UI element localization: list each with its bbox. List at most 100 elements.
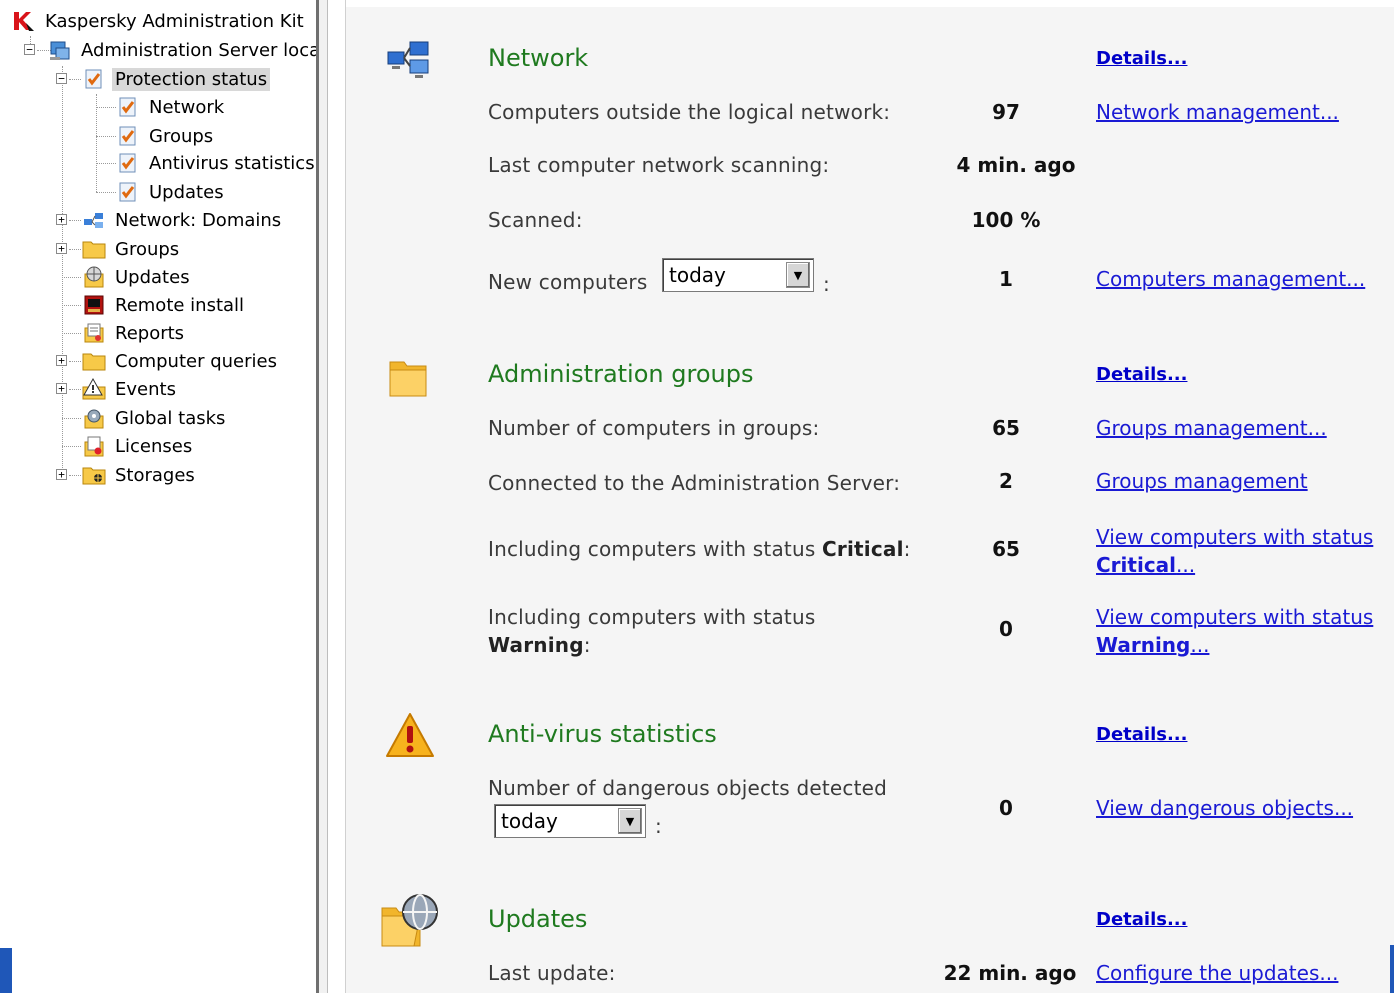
connected-label: Connected to the Administration Server: — [488, 471, 901, 495]
link-bold: Warning — [1096, 633, 1191, 657]
network-icon — [384, 34, 436, 86]
outside-network-value: 97 — [992, 100, 1020, 124]
label-suffix: : — [903, 537, 911, 561]
groups-management-link-2[interactable]: Groups management — [1096, 469, 1308, 493]
dangerous-objects-label: Number of dangerous objects detected — [488, 776, 888, 800]
view-dangerous-objects-link[interactable]: View dangerous objects... — [1096, 796, 1353, 820]
new-computers-period-select[interactable]: today ▼ — [662, 258, 814, 292]
tree-item-ps-groups[interactable]: Groups — [116, 123, 216, 149]
tree-label: Kaspersky Administration Kit — [45, 10, 304, 32]
colon-label: : — [655, 814, 662, 838]
licenses-icon — [82, 434, 106, 458]
link-text: View computers with status — [1096, 525, 1374, 549]
details-pane: Network Details... Computers outside the… — [345, 0, 1394, 993]
tree-label: Network — [149, 96, 225, 118]
tree-label: Network: Domains — [115, 209, 282, 231]
tree-item-computer-queries[interactable]: Computer queries — [82, 348, 280, 374]
tree-label: Groups — [115, 238, 180, 260]
tree-item-updates[interactable]: Updates — [82, 264, 193, 290]
collapse-icon[interactable]: − — [56, 73, 67, 84]
tree-label: Remote install — [115, 294, 245, 316]
select-value: today — [501, 809, 558, 833]
new-computers-label: New computers — [488, 270, 648, 294]
expand-icon[interactable]: + — [56, 383, 67, 394]
remote-install-icon — [82, 293, 106, 317]
scanned-value: 100 % — [971, 208, 1041, 232]
new-computers-value: 1 — [999, 267, 1013, 291]
tree-item-root[interactable]: Kaspersky Administration Kit — [12, 8, 307, 34]
connected-value: 2 — [999, 469, 1013, 493]
window-accent — [1390, 945, 1394, 993]
tree-item-events[interactable]: Events — [82, 376, 179, 402]
antivirus-details-link[interactable]: Details... — [1096, 724, 1187, 745]
storage-folder-icon — [82, 463, 106, 487]
updates-globe-icon — [380, 892, 438, 947]
outside-network-label: Computers outside the logical network: — [488, 100, 891, 124]
tree-label: Administration Server localh — [81, 39, 320, 61]
report-check-icon — [116, 95, 140, 119]
dangerous-objects-value: 0 — [999, 796, 1013, 820]
folder-icon — [386, 354, 438, 406]
tree-item-groups[interactable]: Groups — [82, 236, 182, 262]
tree-label: Updates — [115, 266, 190, 288]
label-bold: Warning — [488, 633, 584, 657]
computers-in-groups-label: Number of computers in groups: — [488, 416, 820, 440]
tree-label: Protection status — [112, 67, 271, 91]
collapse-icon[interactable]: − — [24, 44, 35, 55]
updates-details-link[interactable]: Details... — [1096, 909, 1187, 930]
computers-in-groups-value: 65 — [992, 416, 1020, 440]
tree-item-remote-install[interactable]: Remote install — [82, 292, 247, 318]
tree-item-protection-status[interactable]: Protection status — [82, 66, 271, 92]
expand-icon[interactable]: + — [56, 214, 67, 225]
pane-splitter[interactable] — [316, 0, 328, 993]
last-update-value: 22 min. ago — [943, 961, 1077, 985]
network-details-link[interactable]: Details... — [1096, 48, 1187, 69]
groups-details-link[interactable]: Details... — [1096, 364, 1187, 385]
tree-item-global-tasks[interactable]: Global tasks — [82, 405, 228, 431]
chevron-down-icon[interactable]: ▼ — [618, 808, 642, 834]
section-title-network: Network — [488, 44, 589, 72]
section-title-admin-groups: Administration groups — [488, 360, 754, 388]
report-check-icon — [116, 151, 140, 175]
label-text: Including computers with status — [488, 605, 816, 629]
critical-value: 65 — [992, 537, 1020, 561]
select-value: today — [669, 263, 726, 287]
tree-item-ps-antivirus[interactable]: Antivirus statistics — [116, 150, 318, 176]
expand-icon[interactable]: + — [56, 243, 67, 254]
computers-management-link[interactable]: Computers management... — [1096, 267, 1365, 291]
groups-management-link[interactable]: Groups management... — [1096, 416, 1327, 440]
warning-icon — [384, 710, 436, 762]
folder-icon — [82, 237, 106, 261]
tree-item-network-domains[interactable]: Network: Domains — [82, 207, 284, 233]
network-management-link[interactable]: Network management... — [1096, 100, 1339, 124]
label-bold: Critical — [822, 537, 904, 561]
view-critical-link[interactable]: View computers with status Critical... — [1096, 523, 1373, 579]
dangerous-objects-period-select[interactable]: today ▼ — [494, 804, 646, 838]
pane-top-strip — [346, 0, 1394, 7]
tree-item-reports[interactable]: Reports — [82, 320, 187, 346]
tree-item-server[interactable]: Administration Server localh — [48, 37, 320, 63]
tree-label: Licenses — [115, 435, 193, 457]
tree-item-ps-network[interactable]: Network — [116, 94, 227, 120]
expand-icon[interactable]: + — [56, 469, 67, 480]
section-title-updates: Updates — [488, 905, 588, 933]
protection-status-icon — [82, 67, 106, 91]
kaspersky-logo-icon — [12, 9, 36, 33]
configure-updates-link[interactable]: Configure the updates... — [1096, 961, 1338, 985]
tree-item-storages[interactable]: Storages — [82, 462, 198, 488]
warning-status-label: Including computers with status Warning: — [488, 603, 815, 659]
expand-icon[interactable]: + — [56, 355, 67, 366]
tree-item-licenses[interactable]: Licenses — [82, 433, 195, 459]
global-tasks-icon — [82, 406, 106, 430]
tree-label: Computer queries — [115, 350, 277, 372]
colon-label: : — [823, 272, 830, 296]
tree-label: Reports — [115, 322, 185, 344]
view-warning-link[interactable]: View computers with status Warning... — [1096, 603, 1373, 659]
warning-value: 0 — [999, 617, 1013, 641]
tree-item-ps-updates[interactable]: Updates — [116, 179, 227, 205]
label-text: Including computers with status — [488, 537, 823, 561]
report-check-icon — [116, 124, 140, 148]
link-text: View computers with status — [1096, 605, 1374, 629]
last-scan-label: Last computer network scanning: — [488, 153, 830, 177]
chevron-down-icon[interactable]: ▼ — [786, 262, 810, 288]
